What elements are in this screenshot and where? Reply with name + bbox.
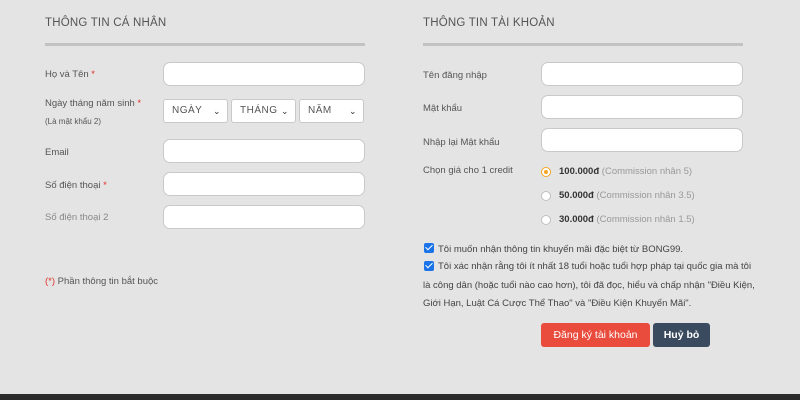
age-consent-line2: là công dân (hoặc tuổi nào cao hơn), tôi… (423, 280, 755, 291)
fullname-label: Họ và Tên * (45, 69, 95, 80)
required-note: (*) Phần thông tin bắt buộc (45, 276, 159, 287)
chevron-down-icon: ⌄ (348, 106, 357, 116)
age-consent-checkbox[interactable] (424, 261, 434, 271)
day-select[interactable]: NGÀY ⌄ (163, 99, 228, 123)
year-select[interactable]: NĂM ⌄ (299, 99, 364, 123)
age-consent-line3: Giới Hạn, Luật Cá Cược Thể Thao" và "Điề… (423, 298, 692, 309)
credit-label: Chọn giá cho 1 credit (423, 165, 513, 176)
birthday-note: (Là mật khẩu 2) (45, 117, 102, 126)
credit-radio-30000[interactable] (541, 215, 551, 225)
age-consent-line1: Tôi xác nhận rằng tôi ít nhất 18 tuổi ho… (438, 261, 752, 272)
month-select[interactable]: THÁNG ⌄ (231, 99, 296, 123)
chevron-down-icon: ⌄ (280, 106, 289, 116)
chevron-down-icon: ⌄ (212, 106, 221, 116)
phone-label: Số điện thoại * (45, 180, 107, 191)
personal-info-title: THÔNG TIN CÁ NHÂN (45, 17, 167, 29)
required-note-marker: (*) (45, 276, 56, 287)
credit-option-30000: 30.000đ (Commission nhân 1.5) (559, 214, 695, 225)
phone2-label: Số điện thoại 2 (45, 212, 109, 223)
password-input[interactable] (541, 95, 743, 119)
fullname-input[interactable] (163, 62, 365, 86)
account-info-title: THÔNG TIN TÀI KHOẢN (423, 17, 555, 29)
personal-info-divider (45, 43, 365, 46)
promo-consent-checkbox[interactable] (424, 243, 434, 253)
required-marker: * (103, 180, 107, 191)
required-marker: * (91, 69, 95, 80)
birthday-label: Ngày tháng năm sinh * (45, 98, 142, 109)
password-confirm-input[interactable] (541, 128, 743, 152)
email-input[interactable] (163, 139, 365, 163)
footer-bar (0, 394, 800, 400)
username-input[interactable] (541, 62, 743, 86)
credit-option-50000: 50.000đ (Commission nhân 3.5) (559, 190, 695, 201)
username-label: Tên đăng nhập (423, 70, 487, 81)
required-marker: * (137, 98, 142, 109)
cancel-button[interactable]: Huỷ bỏ (653, 323, 710, 347)
promo-consent-text: Tôi muốn nhận thông tin khuyến mãi đặc b… (438, 244, 684, 255)
phone2-input[interactable] (163, 205, 365, 229)
credit-radio-100000[interactable] (541, 167, 551, 177)
account-info-divider (423, 43, 743, 46)
password-label: Mật khẩu (423, 103, 463, 114)
email-label: Email (45, 147, 69, 158)
register-button[interactable]: Đăng ký tài khoản (541, 323, 650, 347)
credit-option-100000: 100.000đ (Commission nhân 5) (559, 166, 693, 177)
password-confirm-label: Nhập lại Mật khẩu (423, 137, 500, 148)
credit-radio-50000[interactable] (541, 191, 551, 201)
phone-input[interactable] (163, 172, 365, 196)
